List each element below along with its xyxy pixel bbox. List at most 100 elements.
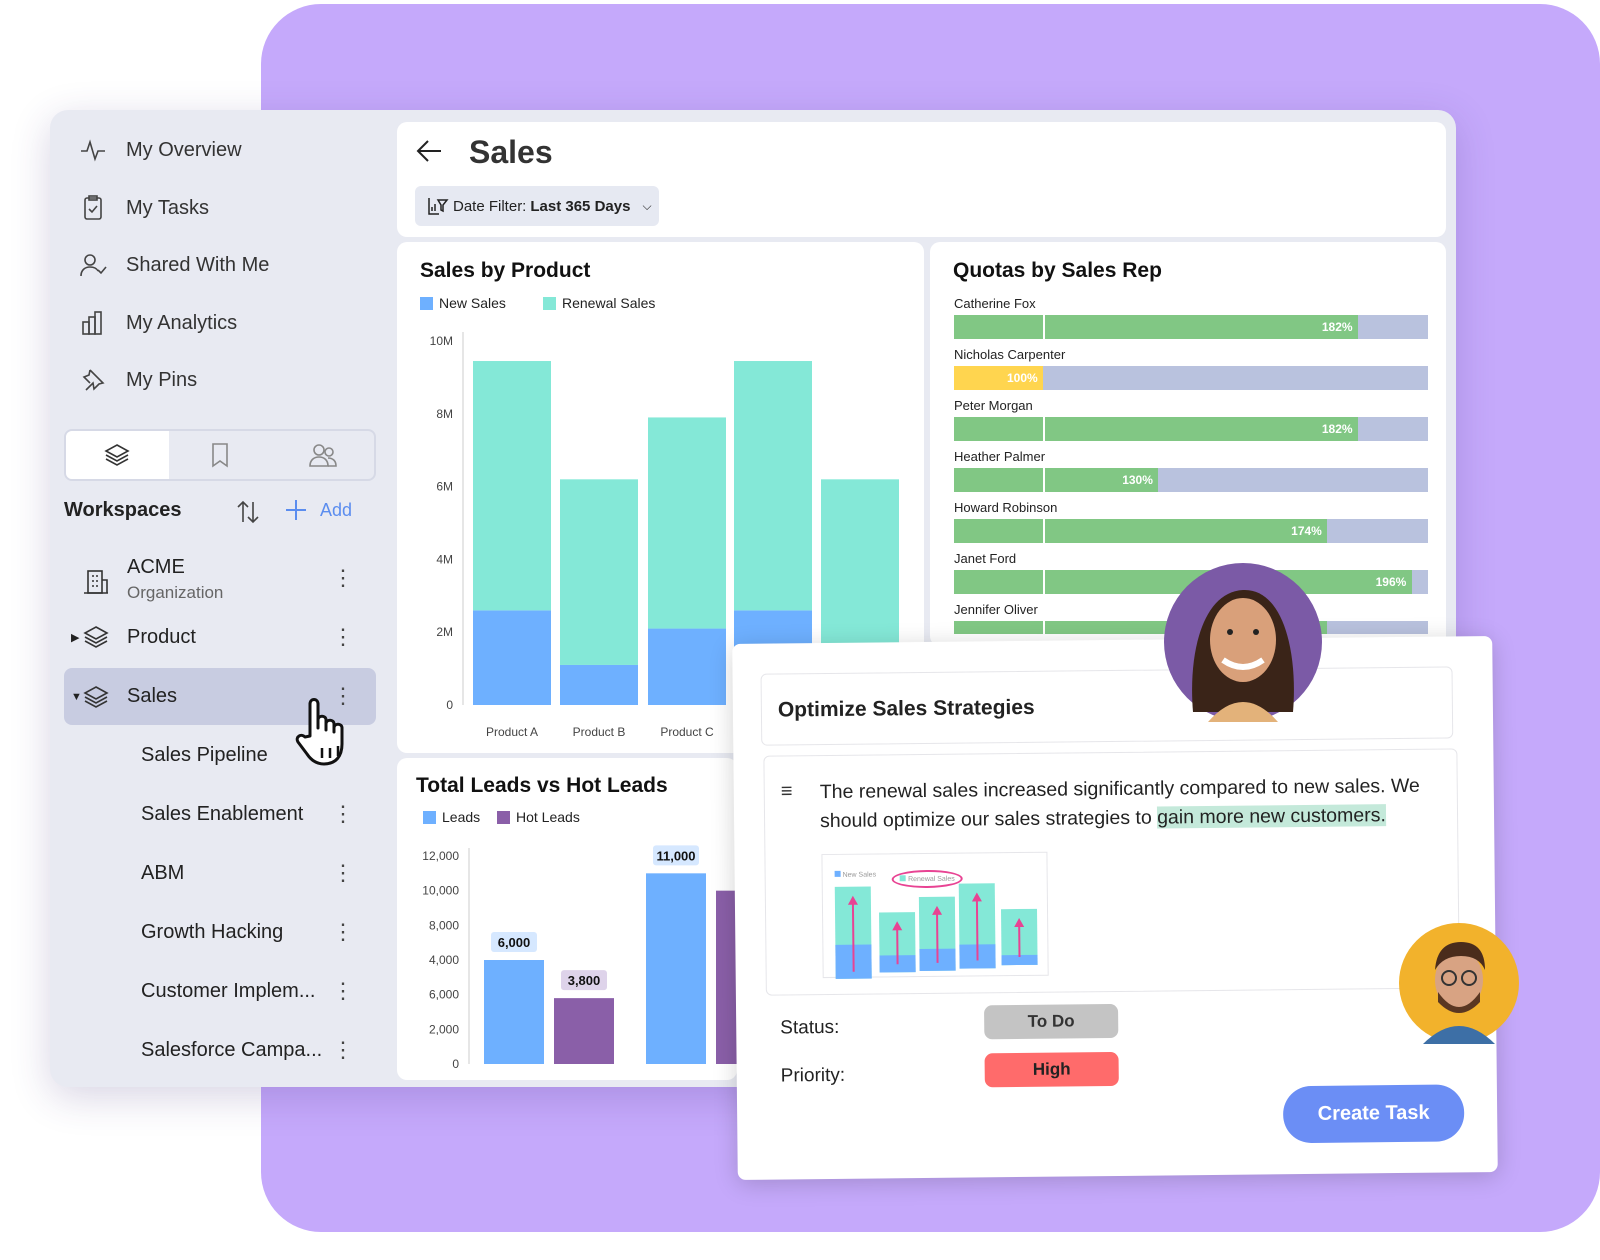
clipboard-check-icon [84,195,102,220]
layers-icon [104,444,130,466]
page-header: Sales Date Filter: Last 365 Days ⌵ [397,122,1446,237]
y-tick-label: 12,000 [422,849,459,863]
quota-bar: 130% [954,468,1428,492]
sidebar-tabs [64,429,376,481]
thumb-arrow [975,897,979,961]
workspace-label: Product [127,625,196,648]
y-tick-label: 0 [452,1057,459,1071]
plus-icon [286,500,306,520]
page-title: Sales [469,134,553,170]
bar-leads [484,960,544,1064]
workspace-child-item[interactable]: Customer Implem... ⋮ [64,963,376,1019]
user-check-icon [80,254,107,277]
nav-my-pins[interactable]: My Pins [78,362,197,398]
workspace-child-label: ABM [141,861,185,884]
layers-icon [83,626,109,648]
quota-bar: 182% [954,315,1428,339]
chart-filter-icon [428,198,449,215]
more-icon[interactable]: ⋮ [332,1039,354,1061]
menu-lines-icon: ≡ [780,780,793,803]
expand-caret-icon[interactable]: ▶ [71,631,79,644]
nav-label: My Analytics [126,311,238,334]
quota-percent: 182% [1321,320,1353,334]
workspace-acme[interactable]: ACME Organization ⋮ [64,553,376,609]
quota-marker [1043,621,1045,634]
avatar-man [1399,923,1519,1044]
y-tick-label: 6M [436,480,453,494]
bar-renewal-sales [734,361,812,611]
quota-fill [954,417,1358,441]
nav-my-overview[interactable]: My Overview [78,132,242,168]
workspace-label: ACME [127,556,185,578]
quota-fill [954,315,1358,339]
bar-renewal-sales [560,479,638,665]
bar-new-sales [473,610,551,705]
date-filter-value: Last 365 Days [530,197,631,215]
workspace-child-item[interactable]: Growth Hacking ⋮ [64,904,376,960]
bar-new-sales [560,664,638,705]
y-tick-label: 10,000 [422,884,459,898]
users-icon [308,444,337,467]
task-note: The renewal sales increased significantl… [820,772,1441,836]
x-tick-label: Product B [573,725,626,739]
quota-bar: 174% [954,519,1428,543]
back-arrow-icon[interactable] [415,138,443,164]
nav-shared-with-me[interactable]: Shared With Me [78,247,269,283]
status-badge[interactable]: To Do [984,1003,1119,1040]
pin-icon [82,369,105,391]
more-icon[interactable]: ⋮ [332,862,354,884]
nav-label: My Tasks [126,196,209,219]
y-tick-label: 6,000 [429,988,459,1002]
tab-workspaces[interactable] [66,431,169,479]
workspace-child-item[interactable]: ABM ⋮ [64,845,376,901]
collapse-caret-icon[interactable]: ▼ [71,691,82,703]
bar-chart-icon [82,311,102,335]
tab-shared[interactable] [271,431,374,479]
thumb-arrow [936,910,939,963]
more-icon[interactable]: ⋮ [332,921,354,943]
add-workspace-button[interactable]: Add [284,498,352,522]
more-icon[interactable]: ⋮ [332,567,354,589]
x-tick-label: Product A [486,725,538,739]
create-task-button[interactable]: Create Task [1282,1084,1465,1144]
more-icon[interactable]: ⋮ [332,980,354,1002]
workspace-child-item[interactable]: Salesforce Campa... ⋮ [64,1022,376,1078]
workspace-product[interactable]: ▶ Product ⋮ [64,609,376,665]
quota-bar: 100% [954,366,1428,390]
workspace-child-item[interactable]: Sales Enablement ⋮ [64,786,376,842]
chart-thumbnail: New Sales Renewal Sales [821,851,1049,980]
y-tick-label: 2,000 [429,1022,459,1036]
rep-name: Howard Robinson [954,500,1058,515]
sort-icon[interactable] [234,498,262,526]
quota-fill [954,519,1328,543]
tab-bookmarks[interactable] [169,431,272,479]
y-tick-label: 8M [436,407,453,421]
task-note-box[interactable]: ≡ The renewal sales increased significan… [763,748,1460,996]
more-icon[interactable]: ⋮ [332,626,354,648]
nav-my-tasks[interactable]: My Tasks [78,190,209,226]
nav-label: My Overview [126,138,242,161]
bar-renewal-sales [648,417,726,629]
layers-icon [83,685,109,708]
date-filter-label: Date Filter: [453,197,527,215]
more-icon[interactable]: ⋮ [332,803,354,825]
date-filter-dropdown[interactable]: Date Filter: Last 365 Days ⌵ [415,186,659,226]
leads-chart: 0 2,000 6,000 4,000 8,000 10,000 12,000 6,000 11… [422,845,737,1071]
workspace-child-label: Sales Pipeline [141,743,268,766]
rep-name: Peter Morgan [954,398,1033,413]
rep-name: Heather Palmer [954,449,1046,464]
priority-badge[interactable]: High [984,1051,1119,1088]
data-label: 3,800 [568,973,601,988]
y-tick-label: 0 [446,698,453,712]
nav-my-analytics[interactable]: My Analytics [78,305,237,341]
task-card: Optimize Sales Strategies ≡ The renewal … [732,636,1498,1180]
nav-label: My Pins [126,368,198,391]
bar-renewal-sales [473,361,551,611]
task-title-box[interactable]: Optimize Sales Strategies [760,666,1454,746]
task-title: Optimize Sales Strategies [777,695,1035,722]
chevron-down-icon: ⌵ [642,198,652,213]
y-tick-label: 4M [436,552,453,566]
status-label: Status: [780,1016,840,1039]
quota-marker [1043,570,1045,594]
quota-bar: 182% [954,417,1428,441]
